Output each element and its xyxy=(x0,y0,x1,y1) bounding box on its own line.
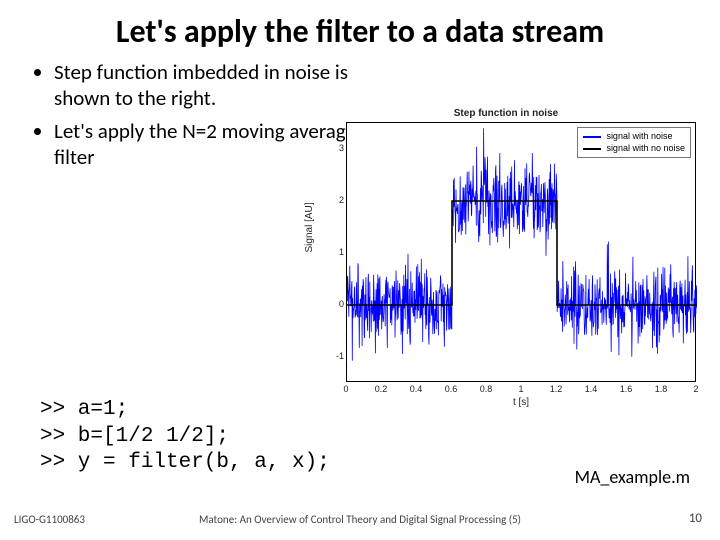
legend-label: signal with no noise xyxy=(606,143,685,155)
filename-label: MA_example.m xyxy=(575,466,690,488)
legend-entry: signal with no noise xyxy=(583,143,685,155)
bullet-item: Step function imbedded in noise is shown… xyxy=(54,59,384,112)
footer-doc-id: LIGO-G1100863 xyxy=(14,513,85,526)
page-number: 10 xyxy=(689,511,702,526)
chart-title: Step function in noise xyxy=(306,108,706,119)
chart-plot-area: signal with noise signal with no noise xyxy=(346,122,696,382)
chart-xticks: 00.20.40.60.811.21.41.61.82 xyxy=(346,384,696,396)
code-block: >> a=1; >> b=[1/2 1/2]; >> y = filter(b,… xyxy=(40,397,330,476)
chart-step-noise: Step function in noise signal with noise… xyxy=(306,108,706,408)
slide-title: Let's apply the filter to a data stream xyxy=(0,0,720,59)
legend-swatch xyxy=(583,136,601,138)
chart-yticks: -10123 xyxy=(330,122,344,382)
chart-legend: signal with noise signal with no noise xyxy=(577,127,691,158)
legend-entry: signal with noise xyxy=(583,131,685,143)
chart-xlabel: t [s] xyxy=(346,397,696,408)
footer-citation: Matone: An Overview of Control Theory an… xyxy=(199,513,521,526)
legend-swatch xyxy=(583,148,601,150)
legend-label: signal with noise xyxy=(606,131,672,143)
chart-svg xyxy=(347,123,697,383)
chart-ylabel: Signal [AU] xyxy=(304,202,315,252)
